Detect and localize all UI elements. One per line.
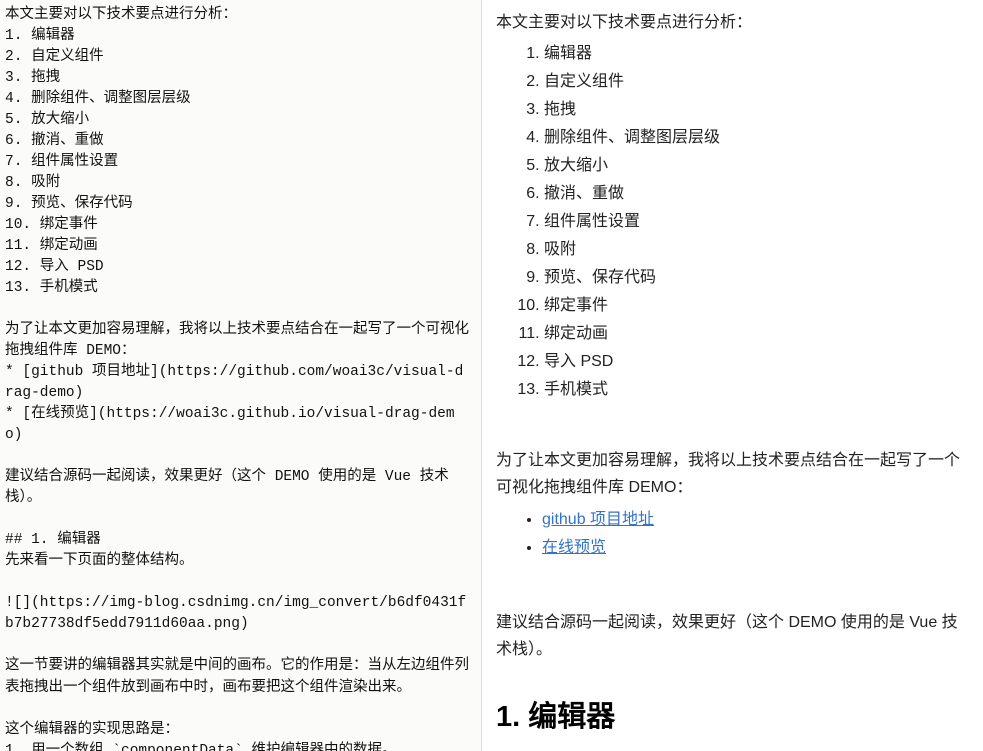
list-item: 绑定动画 <box>544 320 971 348</box>
source-item: 12. 导入 PSD <box>5 257 471 278</box>
source-paragraph: 这个编辑器的实现思路是： <box>5 720 471 741</box>
blank-line <box>5 299 471 320</box>
preview-link[interactable]: 在线预览 <box>542 539 606 556</box>
source-link: * [在线预览](https://woai3c.github.io/visual… <box>5 404 471 446</box>
source-paragraph: 为了让本文更加容易理解，我将以上技术要点结合在一起写了一个可视化拖拽组件库 DE… <box>5 320 471 362</box>
source-heading: ## 1. 编辑器 <box>5 530 471 551</box>
list-item: 吸附 <box>544 236 971 264</box>
list-item: 导入 PSD <box>544 348 971 376</box>
list-item: 组件属性设置 <box>544 208 971 236</box>
source-item: 13. 手机模式 <box>5 278 471 299</box>
preview-paragraph: 为了让本文更加容易理解，我将以上技术要点结合在一起写了一个可视化拖拽组件库 DE… <box>496 447 971 501</box>
list-item: 手机模式 <box>544 376 971 404</box>
blank-line <box>5 699 471 720</box>
list-item: 删除组件、调整图层层级 <box>544 124 971 152</box>
source-step: 1. 用一个数组 `componentData` 维护编辑器中的数据。 <box>5 741 471 751</box>
source-paragraph: 先来看一下页面的整体结构。 <box>5 551 471 572</box>
preview-heading: 1. 编辑器 <box>496 693 971 742</box>
list-item: 撤消、重做 <box>544 180 971 208</box>
list-item: 编辑器 <box>544 40 971 68</box>
source-image-link: ![](https://img-blog.csdnimg.cn/img_conv… <box>5 593 471 635</box>
source-paragraph: 这一节要讲的编辑器其实就是中间的画布。它的作用是：当从左边组件列表拖拽出一个组件… <box>5 656 471 698</box>
source-item: 3. 拖拽 <box>5 68 471 89</box>
blank-line <box>5 446 471 467</box>
source-pane[interactable]: 本文主要对以下技术要点进行分析： 1. 编辑器 2. 自定义组件 3. 拖拽 4… <box>0 0 482 751</box>
list-item: 绑定事件 <box>544 292 971 320</box>
list-item: 预览、保存代码 <box>544 264 971 292</box>
preview-paragraph: 建议结合源码一起阅读，效果更好（这个 DEMO 使用的是 Vue 技术栈）。 <box>496 609 971 663</box>
list-item: 拖拽 <box>544 96 971 124</box>
preview-link-list: github 项目地址 在线预览 <box>496 506 971 562</box>
blank-line <box>5 635 471 656</box>
source-item: 11. 绑定动画 <box>5 236 471 257</box>
spacer <box>496 582 971 606</box>
github-link[interactable]: github 项目地址 <box>542 511 654 528</box>
link-list-item: github 项目地址 <box>542 506 971 534</box>
list-item: 自定义组件 <box>544 68 971 96</box>
source-link: * [github 项目地址](https://github.com/woai3… <box>5 362 471 404</box>
preview-list: 编辑器 自定义组件 拖拽 删除组件、调整图层层级 放大缩小 撤消、重做 组件属性… <box>496 40 971 404</box>
blank-line <box>5 509 471 530</box>
source-item: 4. 删除组件、调整图层层级 <box>5 89 471 110</box>
link-list-item: 在线预览 <box>542 534 971 562</box>
source-item: 10. 绑定事件 <box>5 215 471 236</box>
source-paragraph: 建议结合源码一起阅读，效果更好（这个 DEMO 使用的是 Vue 技术栈）。 <box>5 467 471 509</box>
preview-pane[interactable]: 本文主要对以下技术要点进行分析： 编辑器 自定义组件 拖拽 删除组件、调整图层层… <box>482 0 983 751</box>
source-item: 1. 编辑器 <box>5 26 471 47</box>
source-intro: 本文主要对以下技术要点进行分析： <box>5 5 471 26</box>
source-item: 6. 撤消、重做 <box>5 131 471 152</box>
source-item: 8. 吸附 <box>5 173 471 194</box>
source-item: 9. 预览、保存代码 <box>5 194 471 215</box>
preview-intro: 本文主要对以下技术要点进行分析： <box>496 9 971 36</box>
list-item: 放大缩小 <box>544 152 971 180</box>
source-item: 5. 放大缩小 <box>5 110 471 131</box>
source-item: 2. 自定义组件 <box>5 47 471 68</box>
blank-line <box>5 572 471 593</box>
spacer <box>496 420 971 444</box>
source-item: 7. 组件属性设置 <box>5 152 471 173</box>
